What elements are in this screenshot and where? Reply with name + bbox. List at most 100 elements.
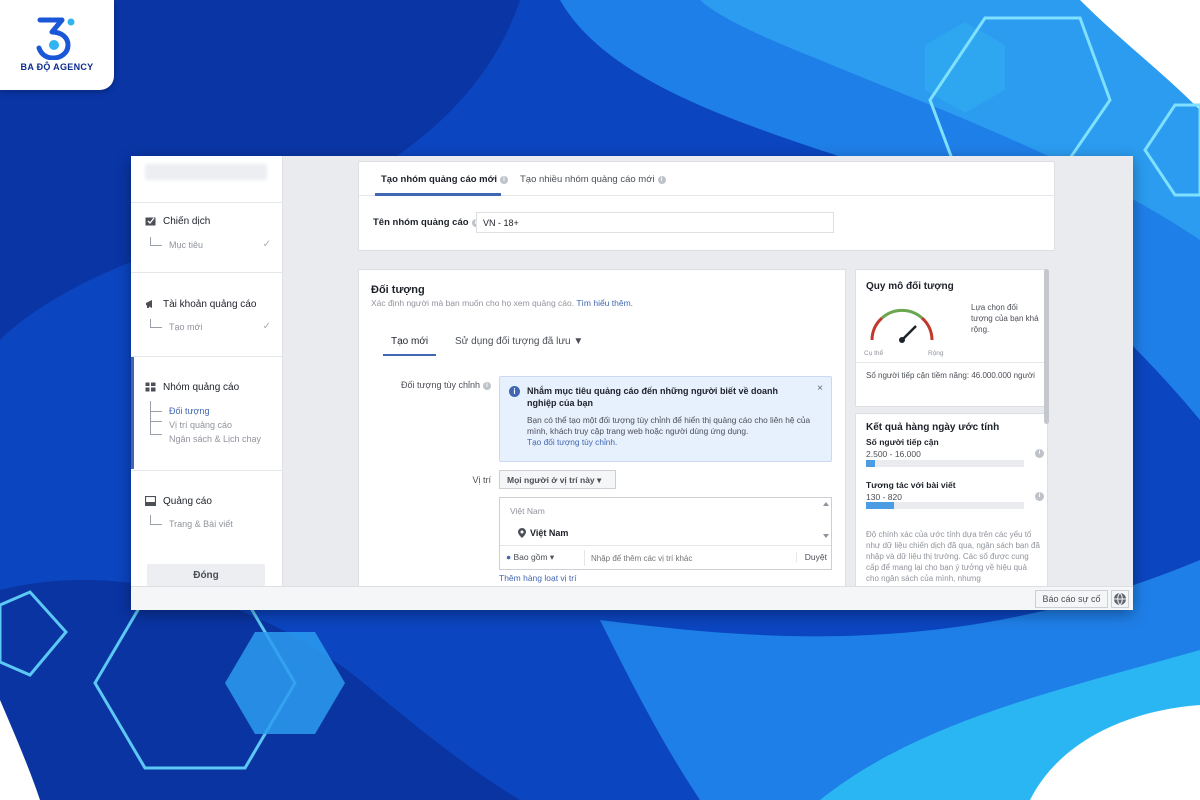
ad-icon [145,496,156,506]
active-section-indicator [131,357,134,469]
report-problem-button[interactable]: Báo cáo sự cố [1035,590,1108,608]
info-icon[interactable]: i [500,176,509,184]
location-type-dropdown[interactable]: Mọi người ở vị trí này ▾ [499,470,616,489]
active-tab-underline [375,193,501,196]
sidebar-section-ad-account: Tài khoản quảng cáo Tạo mới ✓ [131,272,283,356]
engagement-bar-fill [866,502,895,509]
sidebar-section-campaign: Chiến dịch Mục tiêu ✓ [131,202,283,272]
account-selector[interactable] [145,164,267,180]
ads-manager-window: Chiến dịch Mục tiêu ✓ Tài khoản quảng cá… [131,156,1133,610]
audience-size-panel: Quy mô đối tượng Cụ thể Rộng Lựa chọn đố… [855,269,1048,407]
include-dropdown[interactable]: ● Bao gồm ▾ [506,552,554,563]
ad-set-name-label: Tên nhóm quảng cáoi [373,217,480,228]
create-custom-audience-link[interactable]: Tạo đối tượng tùy chỉnh. [527,437,617,447]
info-icon[interactable]: i [483,382,491,390]
pin-icon: ● [506,552,512,562]
chevron-down-icon: ▾ [549,552,555,562]
engagement-bar [866,502,1024,509]
custom-audience-label: Đối tượng tùy chỉnh i [367,380,491,390]
reach-value: 2.500 - 16.000 [866,449,921,459]
tree-line [150,422,162,435]
scrollbar[interactable] [1044,269,1049,424]
divider [856,362,1047,363]
location-label: Vị trí [472,475,491,485]
tab-create-multiple-ad-sets[interactable]: Tạo nhiều nhóm quảng cáo mới i [520,174,666,185]
location-input-row: ● Bao gồm ▾ Duyệt [500,545,831,570]
map-pin-icon [518,528,526,538]
sidebar: Chiến dịch Mục tiêu ✓ Tài khoản quảng cá… [131,156,283,586]
sidebar-item-audience[interactable]: Đối tượng [169,406,209,416]
sidebar-title-ad-account[interactable]: Tài khoản quảng cáo [163,299,256,310]
sidebar-item-objective[interactable]: Mục tiêu [169,240,203,250]
sidebar-section-ad: Quảng cáo Trang & Bài viết [131,470,283,550]
notice-title: Nhắm mục tiêu quảng cáo đến những người … [527,386,778,408]
sidebar-title-ad[interactable]: Quảng cáo [163,496,212,507]
tree-line [150,401,162,412]
estimated-daily-results-panel: Kết quả hàng ngày ước tính Số người tiếp… [855,413,1048,599]
engagement-value: 130 - 820 [866,492,902,502]
grid-icon [145,382,156,392]
learn-more-link[interactable]: Tìm hiểu thêm. [576,298,633,308]
audience-size-description: Lựa chọn đối tượng của bạn khá rộng. [971,303,1039,334]
audience-description-text: Xác định người mà bạn muốn cho họ xem qu… [371,298,575,308]
agency-logo-text: BA ĐỘ AGENCY [20,62,94,72]
tab-create-new-audience[interactable]: Tạo mới [391,336,428,347]
globe-icon[interactable] [1111,590,1129,608]
custom-audience-label-text: Đối tượng tùy chỉnh [401,380,480,390]
include-label: Bao gồm [513,552,548,562]
add-locations-in-bulk-link[interactable]: Thêm hàng loạt vị trí [499,573,576,583]
notice-body: Bạn có thể tạo một đối tượng tùy chỉnh đ… [527,415,811,436]
tree-line [150,319,162,328]
agency-logo: BA ĐỘ AGENCY [0,0,114,90]
agency-logo-mark [36,17,75,60]
tree-line [150,515,162,525]
audience-card: Đối tượng Xác định người mà bạn muốn cho… [358,269,846,599]
tab-label: Tạo nhóm quảng cáo mới [381,174,498,185]
check-icon: ✓ [262,321,271,332]
bottom-bar: Báo cáo sự cố [131,586,1133,610]
close-button[interactable]: Đóng [147,564,265,586]
sidebar-title-ad-set[interactable]: Nhóm quảng cáo [163,382,239,393]
audience-size-title: Quy mô đối tượng [866,281,954,292]
reach-bar [866,460,1024,467]
info-icon[interactable]: i [1035,449,1044,458]
active-subtab-underline [383,354,436,356]
engagement-label: Tương tác với bài viết [866,480,956,490]
info-icon[interactable]: i [657,176,666,184]
campaign-icon [145,217,156,226]
sidebar-section-ad-set: Nhóm quảng cáo Đối tượng Vị trí quảng cá… [131,356,283,470]
tab-label: Tạo nhiều nhóm quảng cáo mới [520,174,655,185]
gauge-label-broad: Rộng [928,350,944,357]
ad-set-name-input[interactable] [476,212,834,233]
ad-set-tabs: Tạo nhóm quảng cáo mới i Tạo nhiều nhóm q… [359,162,1054,196]
info-icon[interactable]: i [1035,492,1044,501]
location-box: Việt Nam Việt Nam ● Bao gồm ▾ Duyệt [499,497,832,570]
sidebar-title-campaign[interactable]: Chiến dịch [163,216,210,227]
sidebar-item-create-new[interactable]: Tạo mới [169,322,202,332]
sidebar-item-page-post[interactable]: Trang & Bài viết [169,519,233,529]
potential-reach: Số người tiếp cận tiềm năng: 46.000.000 … [866,371,1035,380]
location-search-input[interactable] [584,550,784,566]
location-country-header: Việt Nam [510,506,545,516]
location-type-value: Mọi người ở vị trí này [507,475,595,485]
reach-label: Số người tiếp cận [866,437,939,447]
close-icon[interactable]: × [817,383,823,394]
browse-button[interactable]: Duyệt [795,552,827,562]
chevron-down-icon: ▾ [597,475,602,485]
tab-create-new-ad-set[interactable]: Tạo nhóm quảng cáo mới i [381,174,509,185]
check-icon: ✓ [262,239,271,250]
info-circle-icon: i [509,386,520,397]
sidebar-item-placement[interactable]: Vị trí quảng cáo [169,420,232,430]
estimate-accuracy-note: Độ chính xác của ước tính dựa trên các y… [866,530,1040,583]
tree-line [150,412,162,422]
ad-set-name-card: Tạo nhóm quảng cáo mới i Tạo nhiều nhóm q… [358,161,1055,251]
tab-saved-audience[interactable]: Sử dụng đối tượng đã lưu ▼ [455,336,583,347]
audience-title: Đối tượng [371,284,425,296]
sidebar-item-budget-schedule[interactable]: Ngân sách & Lịch chạy [169,434,261,444]
ad-set-name-label-text: Tên nhóm quảng cáo [373,217,469,228]
scrollbar[interactable] [823,502,829,538]
audience-gauge [870,308,934,343]
custom-audience-notice: i Nhắm mục tiêu quảng cáo đến những ngườ… [499,376,832,462]
reach-bar-fill [866,460,876,467]
location-item[interactable]: Việt Nam [530,528,568,538]
